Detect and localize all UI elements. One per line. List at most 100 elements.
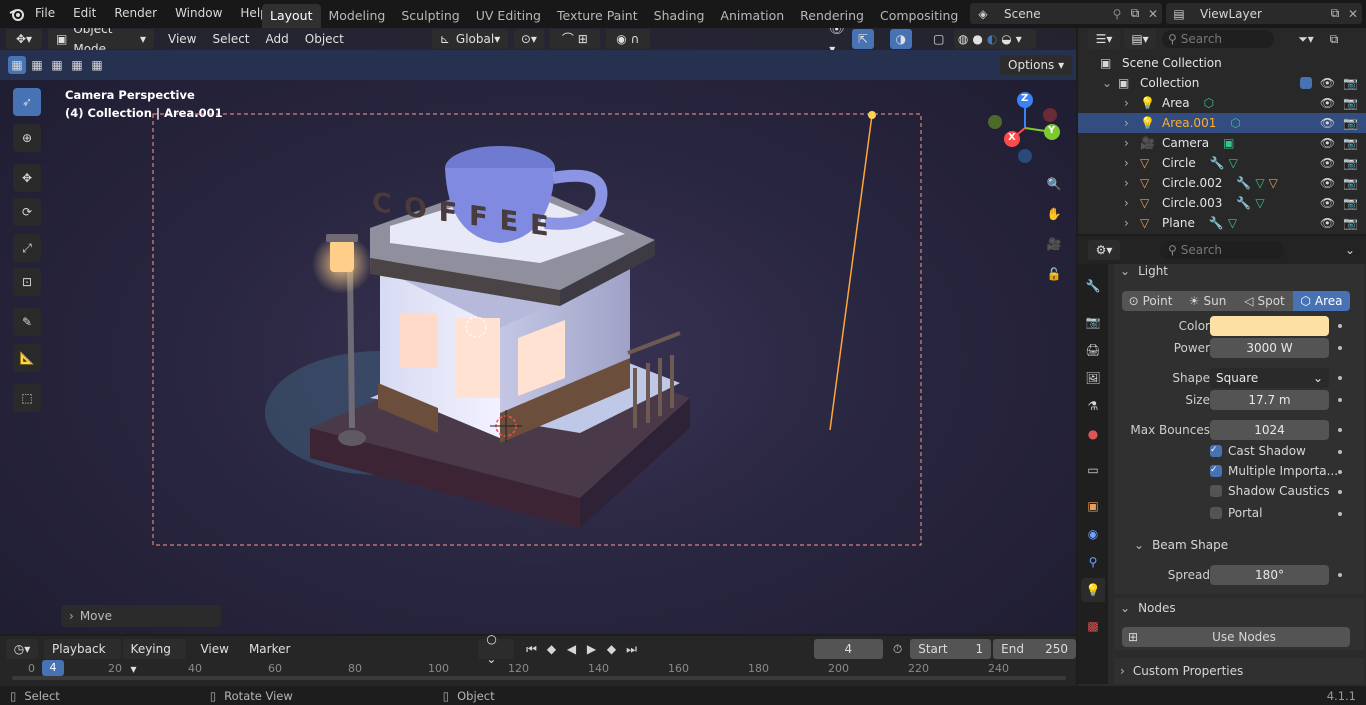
editor-type-icon[interactable]: ✥▾: [6, 29, 42, 49]
list-item[interactable]: ⌄ ▣ Collection 👁 📷: [1078, 73, 1366, 93]
scene-tab-icon[interactable]: ⚗: [1083, 396, 1103, 416]
mesh-data-icon[interactable]: ▽: [1228, 216, 1237, 230]
timeline-editor-icon[interactable]: ◷▾: [6, 639, 38, 659]
select-subtract-icon[interactable]: ▦: [48, 56, 66, 74]
power-field[interactable]: 3000 W: [1210, 338, 1329, 358]
camera-view-icon[interactable]: 🎥: [1043, 233, 1065, 255]
timeline-scrollbar[interactable]: [12, 676, 1066, 680]
portal-checkbox[interactable]: Portal: [1210, 506, 1262, 520]
scale-tool-icon[interactable]: ⤢: [13, 234, 41, 262]
select-intersect-icon[interactable]: ▦: [88, 56, 106, 74]
animate-dot[interactable]: [1338, 324, 1342, 328]
outliner-editor-icon[interactable]: ☰▾: [1088, 29, 1120, 49]
color-field[interactable]: [1210, 316, 1329, 336]
texture-tab-icon[interactable]: ▩: [1083, 616, 1103, 636]
end-frame-field[interactable]: End 250: [993, 639, 1077, 659]
visibility-eye-icon[interactable]: 👁: [1320, 76, 1335, 90]
cursor-tool-icon[interactable]: ⊕: [13, 124, 41, 152]
keying-dropdown[interactable]: Keying ▾: [122, 639, 187, 676]
animate-dot[interactable]: [1338, 428, 1342, 432]
animate-dot[interactable]: [1338, 490, 1342, 494]
navigation-gizmo[interactable]: Z Y X: [985, 88, 1065, 168]
size-field[interactable]: 17.7 m: [1210, 390, 1329, 410]
mesh-data-icon[interactable]: ▽: [1255, 196, 1264, 210]
constraints-tab-icon[interactable]: ⚲: [1083, 552, 1103, 572]
camera-data-icon[interactable]: ▣: [1223, 136, 1234, 150]
animate-dot[interactable]: [1338, 512, 1342, 516]
outliner-row-circle[interactable]: › ▽ Circle 🔧 ▽ 👁 📷: [1078, 153, 1366, 173]
transform-tool-icon[interactable]: ⊡: [13, 268, 41, 296]
shading-mode-buttons[interactable]: ◍ ● ◐ ◒ ▾: [953, 29, 1036, 49]
select-new-icon[interactable]: ▦: [8, 56, 26, 74]
auto-keying-icon[interactable]: ○ ⌄: [478, 632, 514, 666]
render-camera-icon[interactable]: 📷: [1343, 76, 1358, 90]
chevron-right-icon[interactable]: ›: [1124, 176, 1140, 190]
chevron-right-icon[interactable]: ›: [1124, 96, 1140, 110]
chevron-right-icon[interactable]: ›: [1124, 136, 1140, 150]
timeline-menu-marker[interactable]: Marker: [241, 639, 298, 659]
close-icon[interactable]: ✕: [1344, 7, 1362, 21]
chevron-right-icon[interactable]: ›: [1124, 156, 1140, 170]
visibility-icon[interactable]: 👁▾: [822, 28, 852, 56]
new-scene-icon[interactable]: ⧉: [1126, 6, 1144, 21]
tab-modeling[interactable]: Modeling: [321, 4, 394, 28]
object-tab-icon[interactable]: ▣: [1083, 496, 1103, 516]
properties-search[interactable]: ⚲ Search: [1160, 241, 1284, 259]
jump-start-icon[interactable]: ⏮: [522, 642, 542, 657]
animate-dot[interactable]: [1338, 346, 1342, 350]
material-preview-icon[interactable]: ◐: [987, 29, 997, 49]
select-box-tool-icon[interactable]: ➶: [13, 88, 41, 116]
tab-animation[interactable]: Animation: [712, 4, 792, 28]
annotate-tool-icon[interactable]: ✎: [13, 308, 41, 336]
display-mode-icon[interactable]: ▤▾: [1124, 29, 1156, 49]
nodes-panel-header[interactable]: ⌄ Nodes: [1120, 601, 1176, 615]
outliner-search[interactable]: ⚲ Search: [1162, 30, 1274, 48]
render-camera-icon[interactable]: 📷: [1343, 156, 1358, 170]
spread-field[interactable]: 180°: [1210, 565, 1329, 585]
menu-object[interactable]: Object: [297, 29, 352, 49]
chevron-right-icon[interactable]: ›: [1124, 116, 1140, 130]
menu-edit[interactable]: Edit: [64, 6, 105, 20]
tab-rendering[interactable]: Rendering: [792, 4, 872, 28]
collection-tab-icon[interactable]: ▭: [1083, 460, 1103, 480]
outliner-row-circle-002[interactable]: › ▽ Circle.002 🔧 ▽ ▽ 👁 📷: [1078, 173, 1366, 193]
last-operator-panel[interactable]: › Move: [61, 605, 221, 627]
move-tool-icon[interactable]: ✥: [13, 164, 41, 192]
exclude-checkbox[interactable]: [1299, 77, 1312, 89]
modifier-wrench-icon[interactable]: 🔧: [1236, 176, 1251, 190]
render-camera-icon[interactable]: 📷: [1343, 136, 1358, 150]
outliner-row-circle-003[interactable]: › ▽ Circle.003 🔧 ▽ 👁 📷: [1078, 193, 1366, 213]
select-difference-icon[interactable]: ▦: [68, 56, 86, 74]
chevron-down-icon[interactable]: ⌄: [1342, 243, 1358, 257]
animate-dot[interactable]: [1338, 450, 1342, 454]
menu-add[interactable]: Add: [258, 29, 297, 49]
animate-dot[interactable]: [1338, 376, 1342, 380]
close-icon[interactable]: ✕: [1144, 7, 1162, 21]
modifier-wrench-icon[interactable]: 🔧: [1210, 156, 1225, 170]
max-bounces-field[interactable]: 1024: [1210, 420, 1329, 440]
light-panel-header[interactable]: ⌄ Light: [1120, 264, 1168, 278]
light-type-sun[interactable]: ☀ Sun: [1179, 291, 1236, 311]
light-data-tab-icon[interactable]: 💡: [1081, 578, 1105, 602]
new-collection-icon[interactable]: ⧉: [1324, 32, 1344, 47]
visibility-eye-icon[interactable]: 👁: [1320, 96, 1335, 110]
snap-icon[interactable]: ⌒ ⊞: [549, 29, 600, 49]
overlay-toggle-icon[interactable]: ◑: [889, 29, 912, 49]
shape-dropdown[interactable]: Square ⌄: [1210, 368, 1329, 388]
use-nodes-button[interactable]: ⊞ Use Nodes: [1122, 627, 1350, 647]
outliner-row-camera[interactable]: › 🎥 Camera ▣ 👁 📷: [1078, 133, 1366, 153]
play-icon[interactable]: ▶: [582, 642, 602, 656]
mesh-data-icon[interactable]: ▽: [1229, 156, 1238, 170]
modifier-wrench-icon[interactable]: 🔧: [1236, 196, 1251, 210]
chevron-right-icon[interactable]: ›: [1124, 216, 1140, 230]
gizmo-toggle-icon[interactable]: ⇱: [851, 29, 874, 49]
timeline-menu-view[interactable]: View: [192, 639, 236, 659]
visibility-eye-icon[interactable]: 👁: [1320, 136, 1335, 150]
outliner-row-area[interactable]: › 💡 Area ⬡ 👁 📷: [1078, 93, 1366, 113]
list-item[interactable]: ▣ Scene Collection: [1078, 53, 1366, 73]
pan-hand-icon[interactable]: ✋: [1043, 203, 1065, 225]
output-tab-icon[interactable]: 🖨: [1083, 340, 1103, 360]
render-tab-icon[interactable]: 📷: [1083, 312, 1103, 332]
zoom-icon[interactable]: 🔍: [1043, 173, 1065, 195]
new-view-layer-icon[interactable]: ⧉: [1326, 6, 1344, 21]
